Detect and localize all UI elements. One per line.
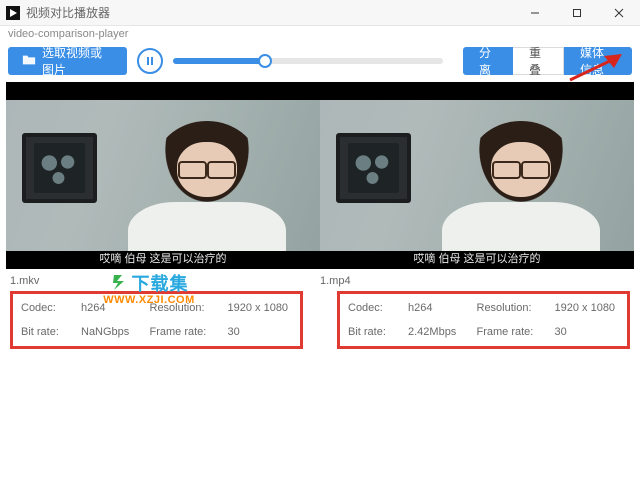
- app-subtitle: video-comparison-player: [0, 26, 640, 40]
- minimize-button[interactable]: [514, 0, 556, 26]
- media-info-right: Codec: h264 Resolution: 1920 x 1080 Bit …: [337, 291, 630, 349]
- media-info-left: Codec: h264 Resolution: 1920 x 1080 Bit …: [10, 291, 303, 349]
- resolution-value: 1920 x 1080: [555, 302, 620, 314]
- subtitle-right: 哎嘀 伯母 这是可以治疗的: [320, 250, 634, 266]
- close-button[interactable]: [598, 0, 640, 26]
- codec-value: h264: [408, 302, 473, 314]
- split-button[interactable]: 分离: [463, 47, 513, 75]
- progress-knob[interactable]: [258, 54, 272, 68]
- media-info-button[interactable]: 媒体信息: [564, 47, 632, 75]
- bitrate-label: Bit rate:: [21, 326, 77, 338]
- maximize-button[interactable]: [556, 0, 598, 26]
- bitrate-value: 2.42Mbps: [408, 326, 473, 338]
- select-media-label: 选取视频或图片: [42, 44, 113, 78]
- filename-right: 1.mp4: [320, 275, 630, 287]
- resolution-value: 1920 x 1080: [228, 302, 293, 314]
- framerate-value: 30: [228, 326, 293, 338]
- video-row: 哎嘀 伯母 这是可以治疗的 哎嘀 伯母 这是可以治疗的: [0, 82, 640, 269]
- subtitle-left: 哎嘀 伯母 这是可以治疗的: [6, 250, 320, 266]
- pause-button[interactable]: [137, 48, 163, 74]
- framerate-label: Frame rate:: [477, 326, 551, 338]
- media-info-row: Codec: h264 Resolution: 1920 x 1080 Bit …: [0, 291, 640, 349]
- overlay-button[interactable]: 重叠: [513, 47, 564, 75]
- codec-label: Codec:: [21, 302, 77, 314]
- app-icon: [6, 6, 20, 20]
- progress-slider[interactable]: [173, 58, 443, 64]
- framerate-label: Frame rate:: [150, 326, 224, 338]
- video-pane-right[interactable]: 哎嘀 伯母 这是可以治疗的: [320, 82, 634, 269]
- video-frame: [320, 100, 634, 251]
- bitrate-value: NaNGbps: [81, 326, 146, 338]
- folder-icon: [22, 53, 36, 70]
- bitrate-label: Bit rate:: [348, 326, 404, 338]
- video-frame: [6, 100, 320, 251]
- resolution-label: Resolution:: [150, 302, 224, 314]
- codec-label: Codec:: [348, 302, 404, 314]
- window-controls: [514, 0, 640, 26]
- playback-controls: [137, 48, 443, 74]
- window-title: 视频对比播放器: [26, 4, 110, 21]
- progress-fill: [173, 58, 265, 64]
- view-mode-buttons: 分离 重叠 媒体信息: [463, 47, 632, 75]
- select-media-button[interactable]: 选取视频或图片: [8, 47, 127, 75]
- resolution-label: Resolution:: [477, 302, 551, 314]
- filename-row: 1.mkv 1.mp4: [0, 269, 640, 291]
- filename-left: 1.mkv: [10, 275, 320, 287]
- framerate-value: 30: [555, 326, 620, 338]
- toolbar: 选取视频或图片 分离 重叠 媒体信息: [0, 40, 640, 82]
- video-pane-left[interactable]: 哎嘀 伯母 这是可以治疗的: [6, 82, 320, 269]
- codec-value: h264: [81, 302, 146, 314]
- titlebar: 视频对比播放器: [0, 0, 640, 26]
